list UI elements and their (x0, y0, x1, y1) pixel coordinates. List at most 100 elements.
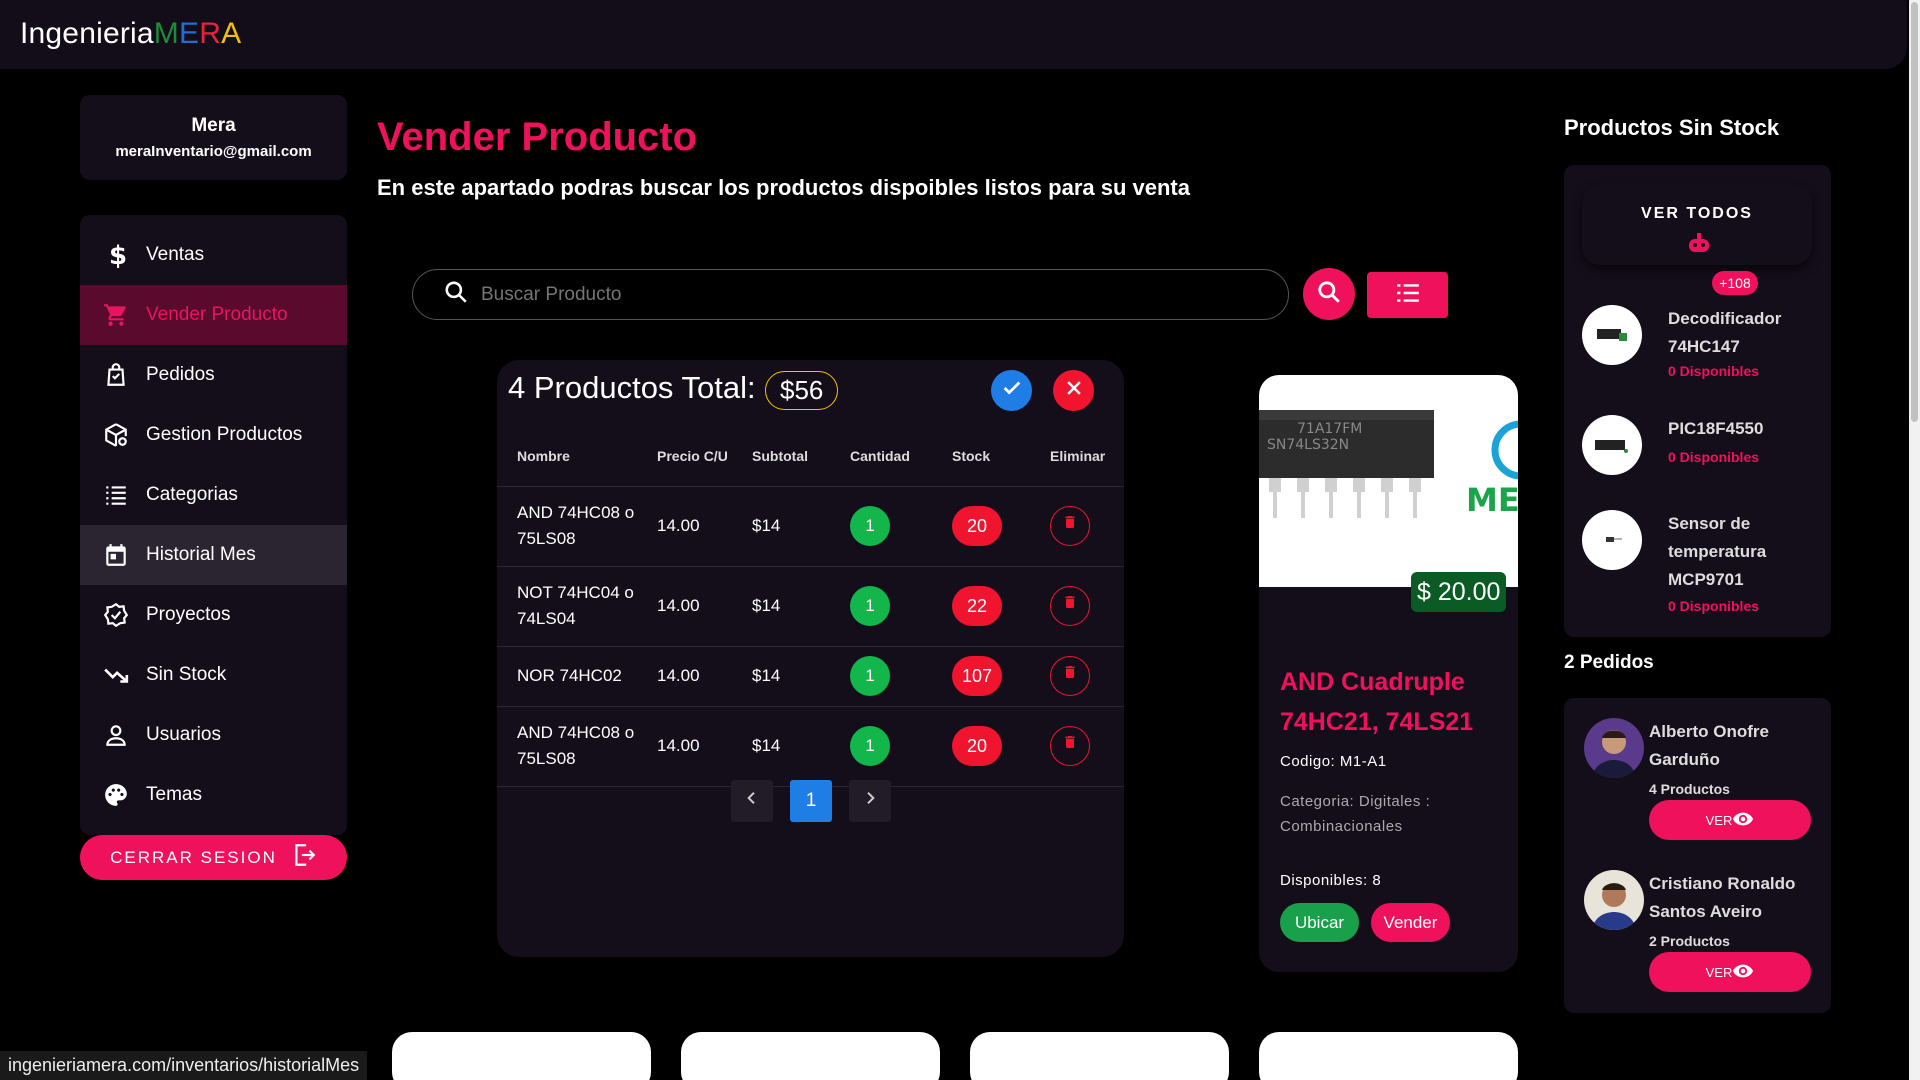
column-header: Cantidad (830, 426, 932, 487)
product-name: PIC18F4550 (1668, 419, 1764, 438)
trend-down-icon (102, 661, 130, 689)
stock-badge: 20 (952, 726, 1002, 766)
user-name: Mera (191, 115, 236, 136)
cancel-sale-button[interactable] (1053, 370, 1094, 411)
sidebar-item-label: Gestion Productos (146, 424, 303, 445)
product-card[interactable] (681, 1032, 940, 1080)
sidebar-item-label: Ventas (146, 244, 205, 265)
search-box[interactable] (412, 269, 1289, 320)
next-page-button[interactable] (849, 780, 891, 822)
price-cell: 14.00 (637, 706, 732, 787)
view-order-button[interactable]: VER (1649, 952, 1811, 992)
sidebar-item-categorias[interactable]: Categorias (80, 465, 347, 525)
view-order-button[interactable]: VER (1649, 800, 1811, 840)
price-cell: 14.00 (637, 566, 732, 647)
stock-status: 0 Disponibles (1668, 598, 1760, 614)
search-button[interactable] (1303, 268, 1355, 320)
logout-button[interactable]: CERRAR SESION (80, 835, 347, 880)
sell-button[interactable]: Vender (1371, 903, 1450, 942)
product-card[interactable] (970, 1032, 1229, 1080)
product-card[interactable] (392, 1032, 651, 1080)
search-icon (1316, 279, 1342, 310)
delete-row-button[interactable] (1050, 726, 1090, 766)
quantity-badge[interactable]: 1 (850, 726, 890, 766)
delete-row-button[interactable] (1050, 506, 1090, 546)
user-icon (102, 721, 130, 749)
trash-icon (1062, 513, 1078, 539)
search-icon (443, 279, 469, 310)
search-input[interactable] (481, 283, 1241, 306)
stock-badge: 20 (952, 506, 1002, 546)
sidebar-item-gestion-productos[interactable]: Gestion Productos (80, 405, 347, 465)
svg-text:$: $ (109, 242, 127, 268)
table-row: AND 74HC08 o 75LS08 14.00 $14 1 20 (497, 706, 1124, 787)
avatar (1584, 870, 1644, 930)
stock-status: 0 Disponibles (1668, 363, 1760, 379)
sidebar-item-pedidos[interactable]: Pedidos (80, 345, 347, 405)
brand-text: Ingenieria (20, 17, 154, 50)
product-category: Categoria: Digitales : Combinacionales (1280, 793, 1431, 835)
product-name-cell: AND 74HC08 o 75LS08 (497, 486, 637, 567)
quantity-badge[interactable]: 1 (850, 506, 890, 546)
sidebar-item-temas[interactable]: Temas (80, 765, 347, 825)
logout-label: CERRAR SESION (110, 847, 277, 867)
user-card: Mera meraInventario@gmail.com (80, 95, 347, 180)
stock-status: 0 Disponibles (1668, 449, 1760, 465)
product-name-cell: AND 74HC08 o 75LS08 (497, 706, 637, 787)
chip-label-2: SN74LS32N (1267, 437, 1349, 453)
locate-button[interactable]: Ubicar (1280, 903, 1359, 942)
sidebar: $ Ventas Vender Producto Pedidos Gestion… (80, 215, 347, 835)
sidebar-item-proyectos[interactable]: Proyectos (80, 585, 347, 645)
page-1-button[interactable]: 1 (790, 780, 832, 822)
product-name: Sensor de temperatura MCP9701 (1668, 514, 1767, 589)
orders-card: Alberto Onofre Garduño 4 Productos VER C… (1564, 698, 1831, 1013)
subtotal-cell: $14 (732, 566, 830, 647)
product-thumbnail (1582, 510, 1642, 570)
package-gear-icon (102, 421, 130, 449)
sidebar-item-vender-producto[interactable]: Vender Producto (80, 285, 347, 345)
column-header: Nombre (497, 426, 637, 487)
view-order-label: VER (1705, 964, 1733, 980)
price-cell: 14.00 (637, 646, 732, 707)
sidebar-item-ventas[interactable]: $ Ventas (80, 225, 347, 285)
brand-logo-text: ME (1466, 481, 1518, 519)
product-thumbnail (1582, 415, 1642, 475)
sidebar-item-label: Pedidos (146, 364, 215, 385)
product-card[interactable]: 71A17FM SN74LS32N ME $ 20.00 AND Cuadrup… (1259, 375, 1518, 972)
delete-row-button[interactable] (1050, 656, 1090, 696)
avatar (1584, 718, 1644, 778)
product-card[interactable] (1259, 1032, 1518, 1080)
badge-check-icon (102, 601, 130, 629)
table-row: NOT 74HC04 o 74LS04 14.00 $14 1 22 (497, 566, 1124, 647)
sidebar-item-label: Usuarios (146, 724, 221, 745)
chevron-left-icon (744, 790, 760, 812)
view-all-button[interactable]: VER TODOS +108 (1582, 185, 1812, 295)
delete-row-button[interactable] (1050, 586, 1090, 626)
stock-badge: 107 (952, 656, 1002, 696)
check-icon (1001, 377, 1023, 404)
column-header: Precio C/U (637, 426, 732, 487)
confirm-sale-button[interactable] (991, 370, 1032, 411)
trash-icon (1062, 733, 1078, 759)
sidebar-item-historial-mes[interactable]: Historial Mes (80, 525, 347, 585)
quantity-badge[interactable]: 1 (850, 656, 890, 696)
sidebar-item-sin-stock[interactable]: Sin Stock (80, 645, 347, 705)
page-title: Vender Producto (377, 115, 698, 159)
palette-icon (102, 781, 130, 809)
list-view-button[interactable] (1367, 272, 1448, 318)
out-of-stock-card: VER TODOS +108 Decodificador 74HC147 0 D… (1564, 165, 1831, 637)
top-bar (0, 0, 1907, 69)
scrollbar-thumb[interactable] (1911, 2, 1918, 422)
quantity-badge[interactable]: 1 (850, 586, 890, 626)
previous-page-button[interactable] (731, 780, 773, 822)
sidebar-item-usuarios[interactable]: Usuarios (80, 705, 347, 765)
close-icon (1064, 378, 1084, 403)
brand-letter-r: R (199, 17, 222, 50)
price-cell: 14.00 (637, 486, 732, 567)
brand-logo[interactable]: IngenieriaMERA (20, 17, 241, 51)
cart-title: 4 Productos Total: (508, 370, 756, 405)
subtotal-cell: $14 (732, 486, 830, 567)
cart-panel: 4 Productos Total: $56 Nombre Precio C/U… (497, 360, 1124, 957)
product-price: $ 20.00 (1411, 572, 1507, 612)
subtotal-cell: $14 (732, 646, 830, 707)
